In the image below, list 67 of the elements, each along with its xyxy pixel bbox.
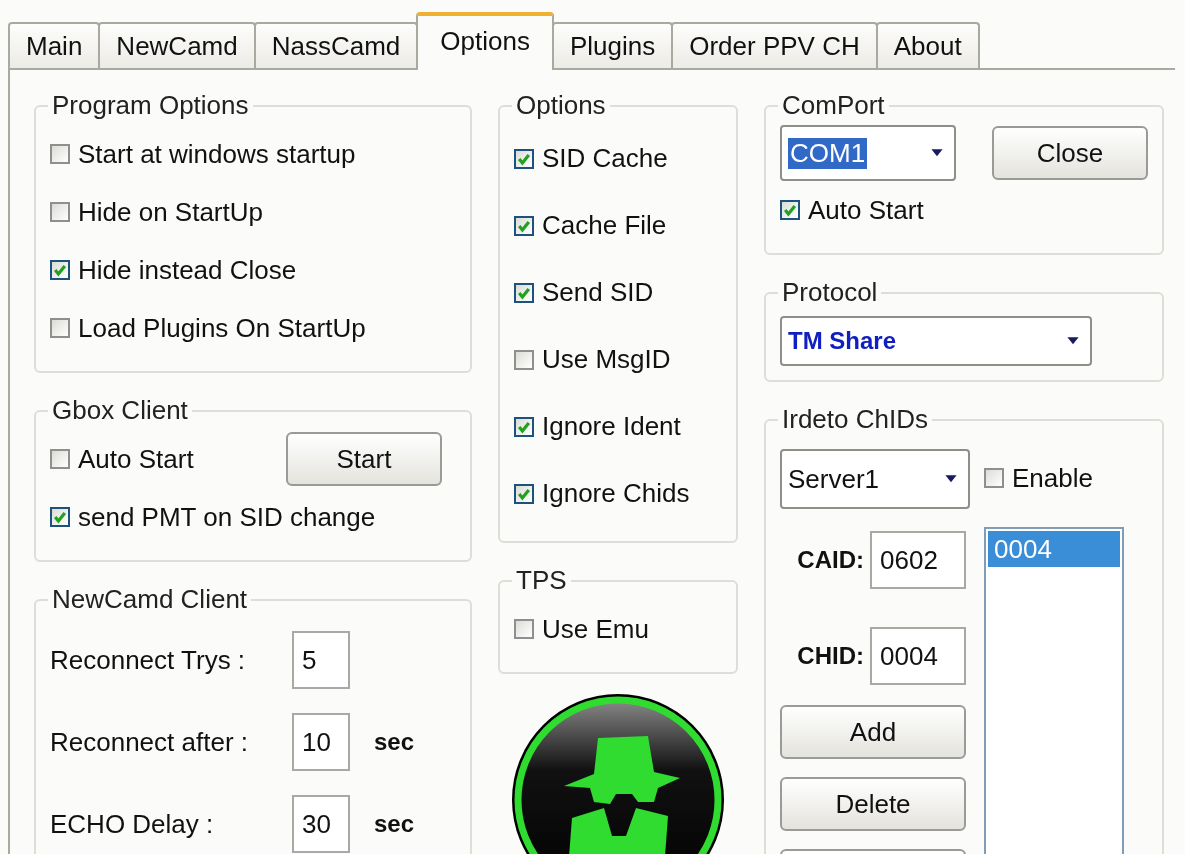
checkbox-option[interactable]: Hide instead Close [50, 241, 456, 299]
input-field[interactable]: 0004 [870, 627, 966, 685]
checkbox-option[interactable]: Hide on StartUp [50, 183, 456, 241]
port-dropdown[interactable]: COM1 [780, 125, 956, 181]
checkbox[interactable] [514, 416, 534, 437]
checkbox-option[interactable]: Enable [984, 449, 1124, 507]
checkbox[interactable] [514, 148, 534, 169]
checkbox[interactable] [514, 349, 534, 370]
field-label: Reconnect Trys : [50, 644, 247, 676]
checkbox[interactable] [514, 619, 534, 639]
checkbox-option[interactable]: Auto Start [780, 181, 1148, 239]
field-label: ECHO Delay : [50, 808, 215, 840]
tab[interactable]: Plugins [551, 22, 674, 68]
checkbox[interactable] [984, 468, 1004, 488]
checkbox[interactable] [50, 507, 70, 527]
checkbox[interactable] [50, 144, 70, 164]
tab[interactable]: NassCamd [253, 22, 419, 68]
group-title: Protocol [781, 277, 879, 308]
group-title: NewCamd Client [51, 584, 249, 615]
field-label: CAID: [797, 546, 864, 574]
tab[interactable]: NewCamd [98, 22, 256, 68]
checkbox-option[interactable]: Send SID [514, 259, 722, 326]
field-label: Reconnect after : [50, 726, 249, 758]
action-button[interactable]: Delete [780, 777, 966, 831]
group-title: Gbox Client [51, 395, 189, 426]
caret-icon [930, 148, 944, 158]
tab[interactable]: Order PPV CH [671, 22, 878, 68]
checkbox[interactable] [514, 215, 534, 236]
field-label: CHID: [797, 642, 864, 670]
caret-icon [944, 474, 958, 484]
tab[interactable]: Options [416, 12, 554, 70]
checkbox-option[interactable]: Ignore Ident [514, 393, 722, 460]
input-field[interactable]: 5 [292, 631, 350, 689]
checkbox[interactable] [780, 200, 800, 220]
checkbox-option[interactable]: Auto Start [50, 430, 194, 488]
checkbox-option[interactable]: Ignore Chids [514, 460, 722, 527]
input-field[interactable]: 30 [292, 795, 350, 853]
unit-label: sec [374, 810, 415, 838]
caret-icon [1066, 336, 1080, 346]
unit-label: sec [374, 728, 415, 756]
checkbox-option[interactable]: send PMT on SID change [50, 488, 456, 546]
checkbox[interactable] [514, 282, 534, 303]
server-dropdown[interactable]: Server1 [780, 449, 970, 509]
checkbox[interactable] [50, 318, 70, 338]
input-field[interactable]: 0602 [870, 531, 966, 589]
checkbox-option[interactable]: Use MsgID [514, 326, 722, 393]
checkbox-option[interactable]: Start at windows startup [50, 125, 456, 183]
input-field[interactable]: 10 [292, 713, 350, 771]
checkbox-option[interactable]: SID Cache [514, 125, 722, 192]
protocol-dropdown[interactable]: TM Share [780, 316, 1092, 366]
checkbox-option[interactable]: Cache File [514, 192, 722, 259]
group-title: ComPort [781, 90, 886, 121]
checkbox-option[interactable]: Use Emu [514, 600, 722, 658]
group-title: Irdeto ChIDs [781, 404, 929, 435]
close-button[interactable]: Close [992, 126, 1148, 180]
tab[interactable]: About [875, 22, 980, 68]
checkbox[interactable] [514, 483, 534, 504]
start-button[interactable]: Start [286, 432, 442, 486]
tab[interactable]: Main [8, 22, 101, 68]
group-title: Options [515, 90, 607, 121]
action-button[interactable]: Add [780, 705, 966, 759]
group-title: TPS [515, 565, 568, 596]
group-title: Program Options [51, 90, 250, 121]
checkbox[interactable] [50, 202, 70, 222]
checkbox[interactable] [50, 449, 70, 469]
checkbox-option[interactable]: Load Plugins On StartUp [50, 299, 456, 357]
checkbox[interactable] [50, 260, 70, 280]
